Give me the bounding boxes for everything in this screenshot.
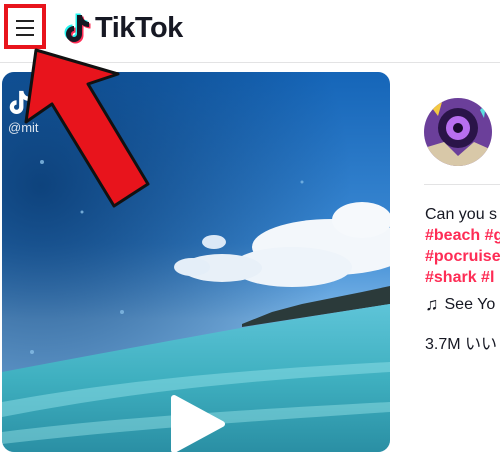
- tiktok-logo[interactable]: TikTok: [64, 11, 183, 45]
- panel-divider: [424, 184, 500, 185]
- music-link[interactable]: ♫ See Yo: [425, 294, 495, 315]
- hashtag-line: #beach #g: [425, 227, 500, 245]
- hashtag-line: #shark #l: [425, 269, 494, 287]
- play-icon[interactable]: [168, 394, 226, 452]
- hashtag-link[interactable]: #pocruise: [425, 248, 500, 265]
- video-caption: Can you s: [425, 206, 498, 223]
- hashtag-link[interactable]: #l: [481, 269, 494, 286]
- hashtag-link[interactable]: #beach: [425, 227, 480, 244]
- hamburger-icon: [16, 20, 34, 41]
- video-watermark-handle: @mit: [8, 120, 39, 135]
- avatar-image: [424, 98, 492, 166]
- tiktok-watermark-icon: [9, 90, 30, 114]
- hashtag-link[interactable]: #shark: [425, 269, 477, 286]
- tiktok-note-icon: [64, 13, 91, 44]
- music-title: See Yo: [444, 295, 496, 313]
- hashtag-line: #pocruise: [425, 248, 500, 266]
- hashtag-link[interactable]: #g: [485, 227, 500, 244]
- menu-button[interactable]: [4, 4, 46, 49]
- avatar[interactable]: [424, 98, 492, 166]
- top-header: TikTok: [0, 0, 500, 63]
- music-note-icon: ♫: [425, 294, 439, 314]
- logo-text: TikTok: [95, 11, 183, 44]
- like-count: 3.7M いい: [425, 336, 498, 353]
- video-player[interactable]: @mit: [2, 72, 390, 452]
